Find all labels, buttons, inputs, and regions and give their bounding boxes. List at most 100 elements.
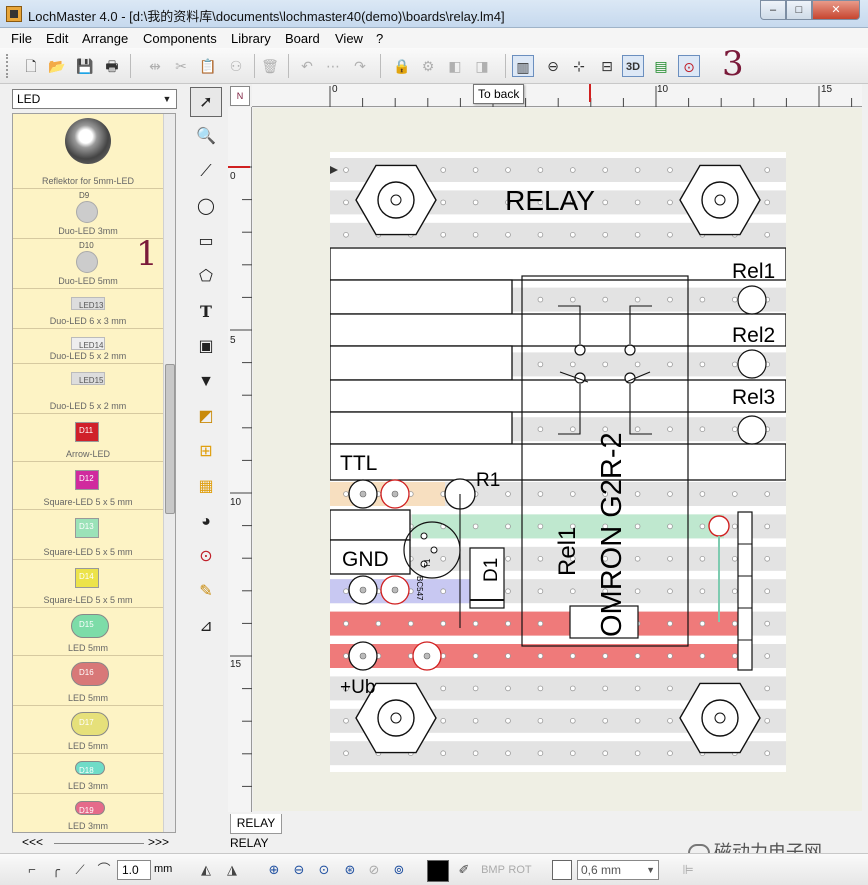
ruler-origin-button[interactable]: N [230, 86, 250, 106]
zoom-in-icon[interactable]: ⊕ [264, 860, 284, 880]
library-item[interactable]: LED13 Duo-LED 6 x 3 mm [13, 289, 163, 329]
redo-icon[interactable]: ↷ [349, 55, 371, 77]
board-hole [537, 232, 544, 238]
connection-icon[interactable]: ⊖ [542, 55, 564, 77]
library-item[interactable]: D15 LED 5mm [13, 608, 163, 656]
zoom-previous-icon[interactable]: ⊘ [364, 860, 384, 880]
solder-tool-icon[interactable]: ⊙ [190, 542, 222, 572]
board-hole [764, 685, 771, 692]
pipette-icon[interactable]: ✐ [456, 860, 472, 880]
board-strips-icon[interactable]: ▤ [650, 55, 672, 77]
menu-view[interactable]: View [335, 31, 363, 46]
corner-diagonal-icon[interactable]: ⟋ [70, 860, 90, 880]
component-icon[interactable]: ⊟ [596, 55, 618, 77]
maximize-button[interactable]: □ [786, 0, 812, 20]
zoom-tool-icon[interactable]: 🔍 [190, 122, 222, 152]
mirror-icon[interactable]: ⇹ [144, 55, 166, 77]
library-item[interactable]: D12 Square-LED 5 x 5 mm [13, 462, 163, 510]
toolbar-grip[interactable] [6, 54, 9, 78]
unlock-icon[interactable]: ⚙ [417, 55, 439, 77]
menu-components[interactable]: Components [143, 31, 217, 46]
open-folder-icon[interactable]: 📂 [46, 55, 68, 77]
solder-point-icon[interactable]: ⊙ [678, 55, 700, 77]
bridge-tool-icon[interactable]: ▦ [190, 472, 222, 502]
wire-tool-icon[interactable]: ✎ [190, 577, 222, 607]
library-category-select[interactable]: LED ▼ [12, 89, 177, 109]
stripboard[interactable]: RELAY Rel1 Rel2 Rel3 TTL GND +Ub R1 D1 R… [330, 152, 786, 772]
lock-icon[interactable]: 🔒 [391, 55, 413, 77]
menu-edit[interactable]: Edit [46, 31, 68, 46]
library-prev-button[interactable]: <<< [22, 835, 43, 849]
library-next-button[interactable]: >>> [148, 835, 169, 849]
corner-straight-icon[interactable]: ⌐ [22, 860, 42, 880]
wire-icon[interactable]: ⊹ [568, 55, 590, 77]
more-icon[interactable]: ⋯ [322, 55, 344, 77]
library-item[interactable]: Reflektor for 5mm-LED [13, 114, 163, 189]
library-scrollbar[interactable] [163, 114, 175, 832]
line-tool-icon[interactable]: ⟋ [190, 157, 222, 187]
close-button[interactable]: ✕ [812, 0, 860, 20]
rectangle-tool-icon[interactable]: ▭ [190, 227, 222, 257]
tab-relay[interactable]: RELAY [230, 814, 282, 834]
menu-board[interactable]: Board [285, 31, 320, 46]
zoom-fit-icon[interactable]: ⊙ [314, 860, 334, 880]
library-item[interactable]: D17 LED 5mm [13, 706, 163, 754]
board-hole [731, 296, 738, 303]
group-icon[interactable]: ⚇ [225, 55, 247, 77]
label-tool-icon[interactable]: ▣ [190, 332, 222, 362]
polygon-tool-icon[interactable]: ⬠ [190, 262, 222, 292]
to-back-icon[interactable]: ◨ [471, 55, 493, 77]
color-strips-icon[interactable]: ▥ [512, 55, 534, 77]
menu-arrange[interactable]: Arrange [82, 31, 128, 46]
library-item[interactable]: D13 Square-LED 5 x 5 mm [13, 510, 163, 560]
mirror-component-icon[interactable]: ◭ [196, 860, 216, 880]
chevron-down-icon[interactable]: ▼ [160, 92, 174, 106]
color-swatch[interactable] [427, 860, 449, 882]
text-tool-icon[interactable]: T [190, 297, 222, 327]
flip-component-icon[interactable]: ◮ [222, 860, 242, 880]
menu-file[interactable]: File [11, 31, 32, 46]
align-left-icon[interactable]: ⊫ [678, 860, 698, 880]
board-hole [667, 717, 673, 724]
menu-help[interactable]: ? [376, 31, 383, 46]
library-item[interactable]: D11 Arrow-LED [13, 414, 163, 462]
pointer-tool-icon[interactable]: ➚ [190, 87, 222, 117]
rot-button[interactable]: ROT [508, 860, 532, 880]
corner-curve-icon[interactable]: ⌒ [94, 860, 114, 880]
thickness-select[interactable]: 0,6 mm ▼ [577, 860, 659, 880]
ellipse-tool-icon[interactable]: ◯ [190, 192, 222, 222]
menu-library[interactable]: Library [231, 31, 271, 46]
library-item[interactable]: D19 LED 3mm [13, 794, 163, 832]
to-front-icon[interactable]: ◧ [444, 55, 466, 77]
minimize-button[interactable]: – [760, 0, 786, 20]
library-scrollbar-thumb[interactable] [165, 364, 175, 514]
bmp-button[interactable]: BMP [479, 860, 507, 880]
board-canvas[interactable]: RELAY Rel1 Rel2 Rel3 TTL GND +Ub R1 D1 R… [253, 108, 862, 811]
paste-icon[interactable]: 📋 [197, 55, 219, 77]
pin-tool-icon[interactable]: ▼ [190, 367, 222, 397]
dimension-tool-icon[interactable]: ⊿ [190, 612, 222, 642]
library-item[interactable]: D9 Duo-LED 3mm [13, 189, 163, 239]
library-item[interactable]: D16 LED 5mm [13, 656, 163, 706]
cut-icon[interactable]: ✂ [170, 55, 192, 77]
delete-icon[interactable]: 🗑 [259, 55, 281, 77]
vertical-ruler-ticks [228, 166, 252, 820]
library-item[interactable]: D18 LED 3mm [13, 754, 163, 794]
library-item[interactable]: LED15 Duo-LED 5 x 2 mm [13, 364, 163, 414]
component-tool-icon[interactable]: ◩ [190, 402, 222, 432]
3d-view-icon[interactable]: 3D [622, 55, 644, 77]
undo-icon[interactable]: ↶ [296, 55, 318, 77]
new-file-icon[interactable]: 🗋 [20, 55, 42, 77]
cut-strip-tool-icon[interactable]: ⊞ [190, 437, 222, 467]
print-icon[interactable]: 🖶 [101, 55, 123, 77]
library-item[interactable]: LED14 Duo-LED 5 x 2 mm [13, 329, 163, 364]
save-icon[interactable]: 💾 [74, 55, 96, 77]
measure-tool-icon[interactable]: ◕ [190, 507, 222, 537]
zoom-all-icon[interactable]: ⊚ [389, 860, 409, 880]
corner-round-icon[interactable]: ╭ [46, 860, 66, 880]
line-width-input[interactable]: 1.0 [117, 860, 151, 880]
zoom-out-icon[interactable]: ⊖ [289, 860, 309, 880]
fill-swatch[interactable] [552, 860, 572, 880]
library-item[interactable]: D14 Square-LED 5 x 5 mm [13, 560, 163, 608]
zoom-page-icon[interactable]: ⊛ [340, 860, 360, 880]
